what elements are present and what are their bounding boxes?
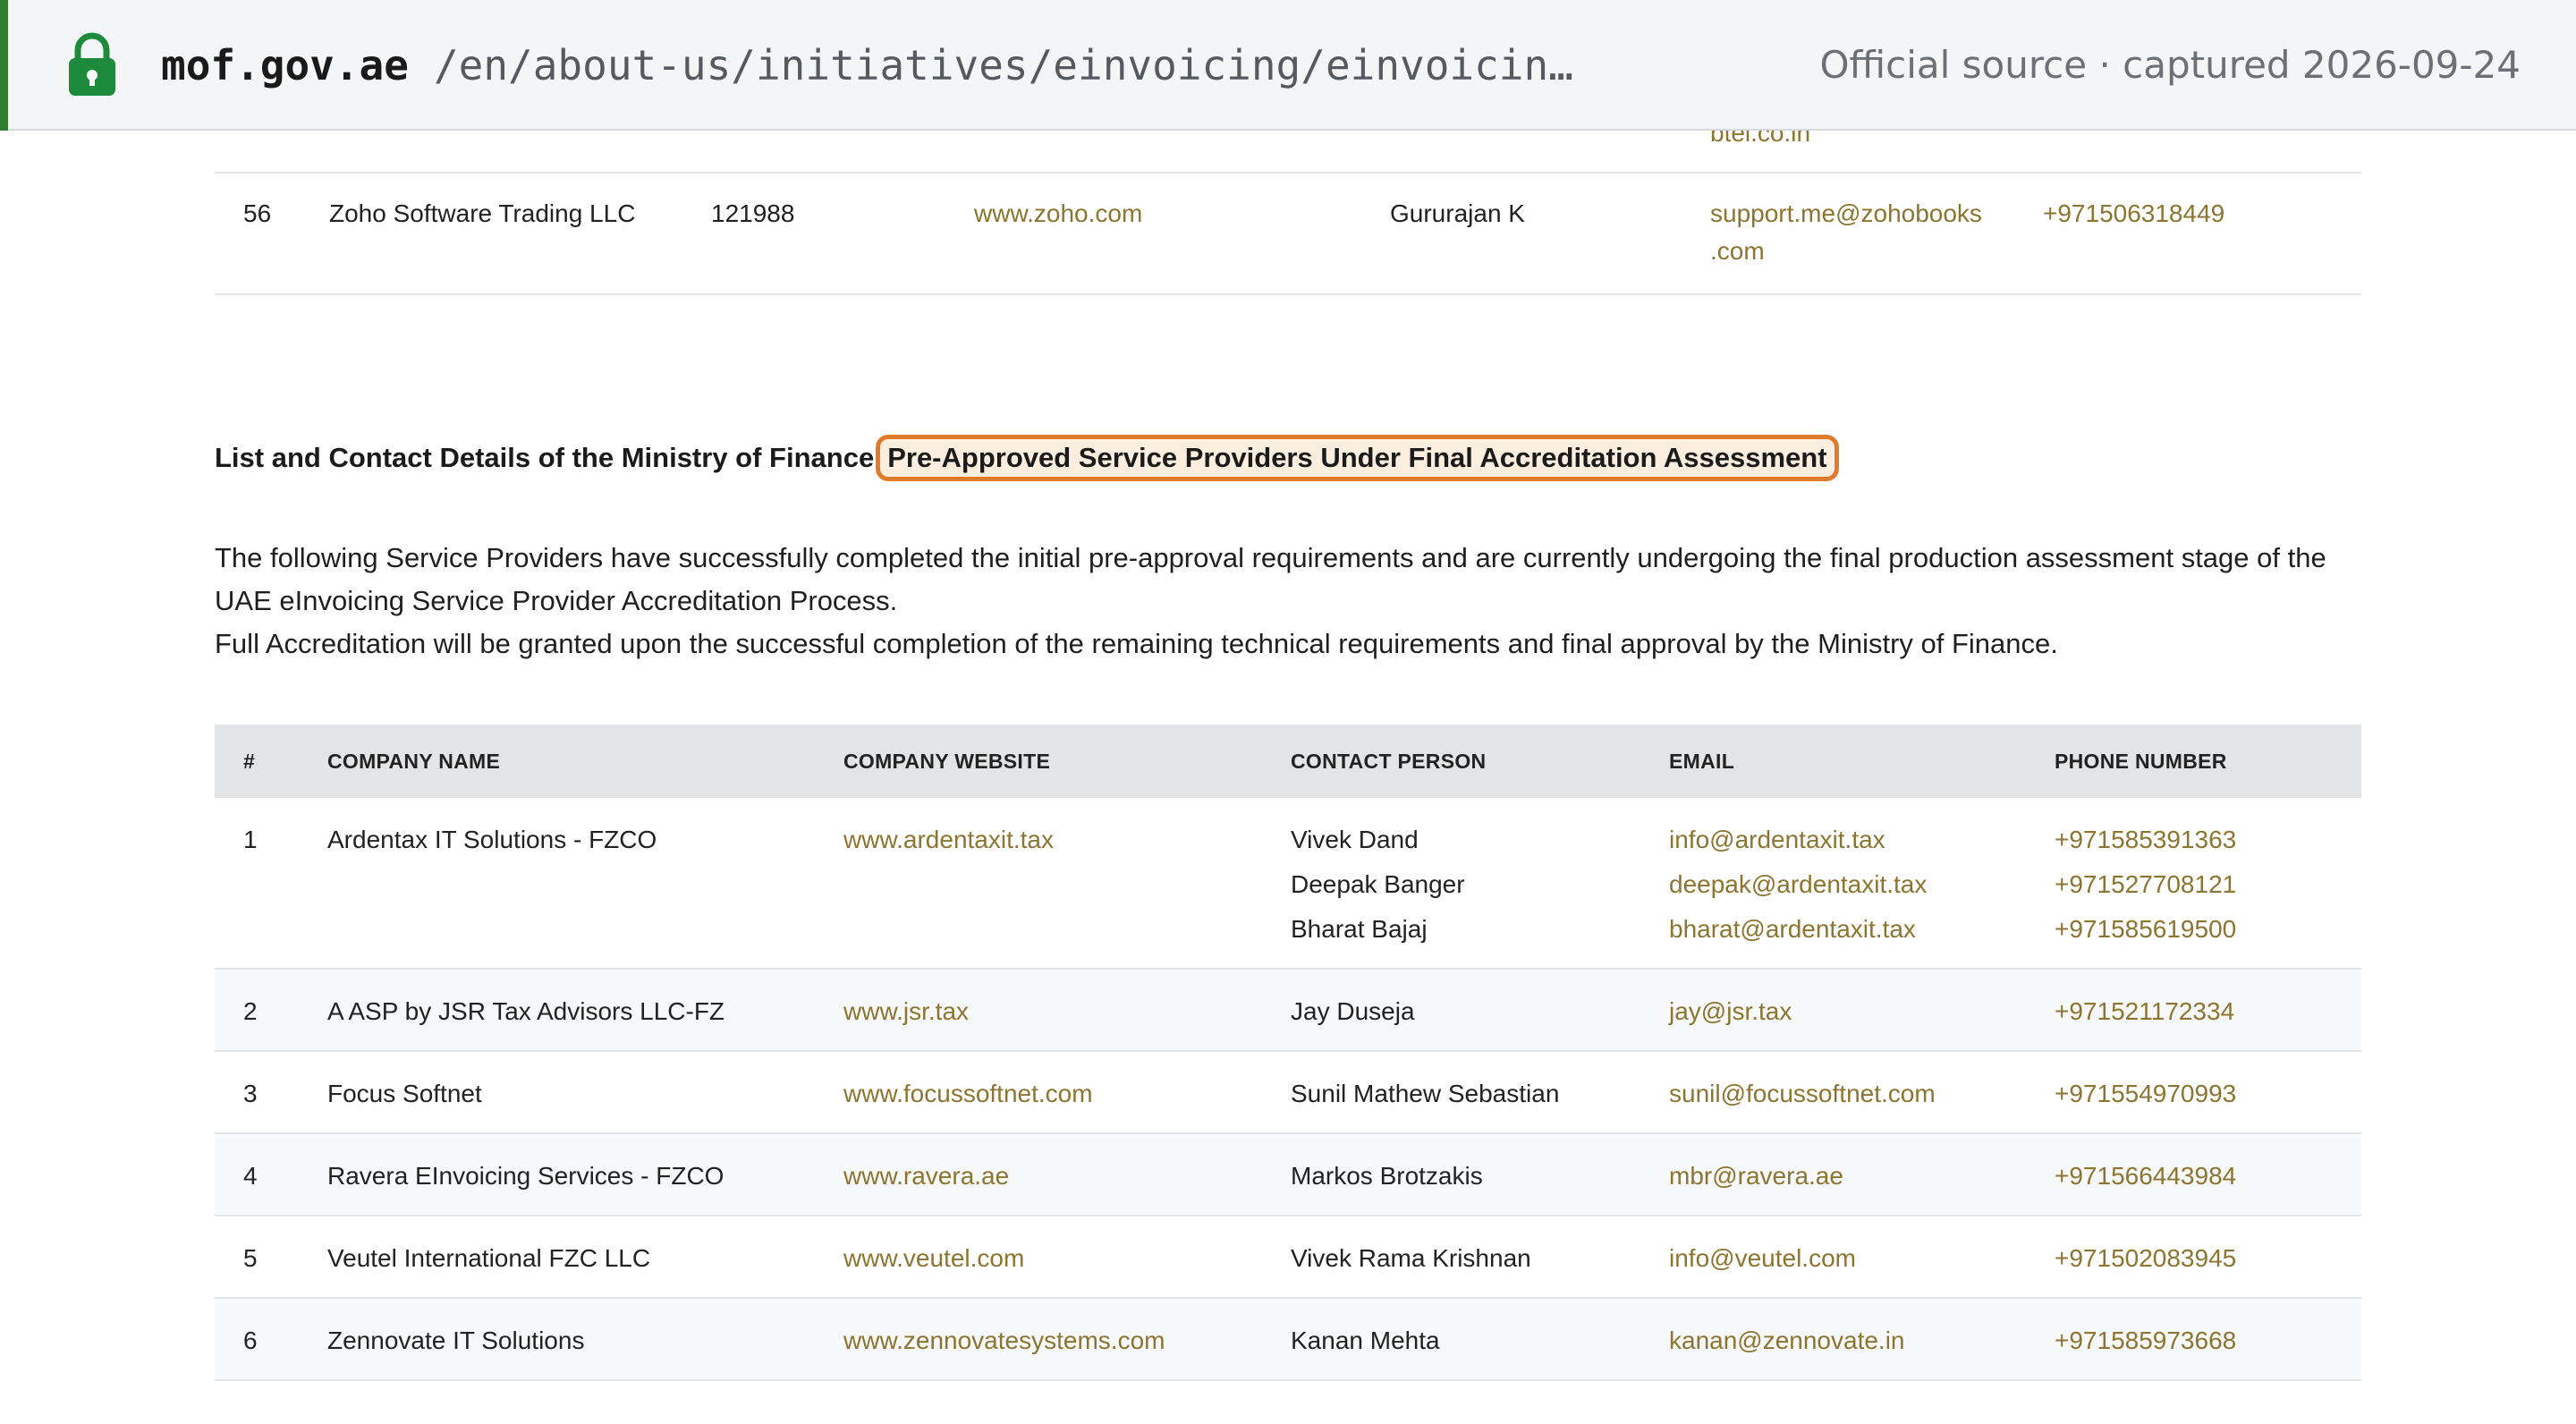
email-link[interactable]: support.me@zohobooks .com [1710,195,1982,270]
capture-info: Official source · captured 2026-09-24 [1819,43,2521,87]
header-contact-person: CONTACT PERSON [1291,750,1487,773]
phone-cell: +971566443984 [2055,1154,2236,1199]
contact-person-cell: Markos Brotzakis [1291,1154,1483,1199]
company-name: Veutel International FZC LLC [327,1244,651,1272]
phone-link[interactable]: +971554970993 [2055,1072,2236,1116]
contact-person: Bharat Bajaj [1291,915,1428,943]
email-cell: kanan@zennovate.in [1669,1318,1905,1363]
source-path: /en/about-us/initiatives/einvoicing/einv… [433,41,1573,89]
email-cell: jay@jsr.tax [1669,989,1792,1034]
section-intro: The following Service Providers have suc… [215,537,2361,665]
row-number: 56 [243,199,272,227]
table-row: 1 Ardentax IT Solutions - FZCO www.ardenta… [215,798,2361,970]
source-domain: mof.gov.ae [161,41,409,89]
contact-person-cell: Kanan Mehta [1291,1318,1440,1363]
phone-link[interactable]: +971506318449 [2043,195,2224,233]
table-row: 5 Veutel International FZC LLC www.veutel.… [215,1216,2361,1299]
phone-link[interactable]: +971585391363 [2055,818,2236,862]
contact-person: Kanan Mehta [1291,1327,1440,1354]
intro-paragraph: The following Service Providers have suc… [215,542,2326,616]
intro-paragraph: Full Accreditation will be granted upon … [215,628,2058,659]
row-number: 2 [243,997,258,1025]
header-email: EMAIL [1669,750,1735,773]
company-website-link[interactable]: www.zennovatesystems.com [843,1318,1165,1363]
phone-cell: +971585973668 [2055,1318,2236,1363]
email-line: support.me@zohobooks [1710,199,1982,227]
company-website-link[interactable]: www.jsr.tax [843,989,969,1034]
pre-approved-providers-table: # COMPANY NAME COMPANY WEBSITE CONTACT P… [215,725,2361,1381]
company-website-link[interactable]: www.veutel.com [843,1236,1024,1281]
phone-link[interactable]: +971566443984 [2055,1154,2236,1199]
contact-person-cell: Vivek Rama Krishnan [1291,1236,1531,1281]
email-cell: sunil@focussoftnet.com [1669,1072,1936,1116]
lock-icon [69,32,115,96]
company-name: Zoho Software Trading LLC [329,199,636,227]
table-row: 3 Focus Softnet www.focussoftnet.com Sunil … [215,1052,2361,1134]
phone-link[interactable]: +971521172334 [2055,989,2234,1034]
company-name: Zennovate IT Solutions [327,1327,585,1354]
header-number: # [243,750,256,773]
phone-link[interactable]: +971502083945 [2055,1236,2236,1281]
row-divider [215,293,2361,295]
highlighted-heading: Pre-Approved Service Providers Under Fin… [876,435,1839,481]
email-link[interactable]: bharat@ardentaxit.tax [1669,907,1927,952]
company-website-link[interactable]: www.zoho.com [974,195,1142,233]
company-name: Ardentax IT Solutions - FZCO [327,826,657,853]
heading-prefix: List and Contact Details of the Ministry… [215,442,875,473]
contact-person-cell: Jay Duseja [1291,989,1415,1034]
contact-person: Markos Brotzakis [1291,1162,1483,1190]
email-link[interactable]: kanan@zennovate.in [1669,1318,1905,1363]
company-name: A ASP by JSR Tax Advisors LLC-FZ [327,997,725,1025]
row-number: 3 [243,1080,258,1107]
source-bar: mof.gov.ae/en/about-us/initiatives/einvo… [0,0,2576,131]
contact-person: Vivek Dand [1291,826,1419,853]
email-cell: info@veutel.com [1669,1236,1856,1281]
email-cell: mbr@ravera.ae [1669,1154,1843,1199]
header-company-name: COMPANY NAME [327,750,501,773]
email-link[interactable]: jay@jsr.tax [1669,989,1792,1034]
table-row: 2 A ASP by JSR Tax Advisors LLC-FZ www.jsr… [215,970,2361,1052]
contact-person: Sunil Mathew Sebastian [1291,1080,1560,1107]
company-website-link[interactable]: www.focussoftnet.com [843,1072,1093,1116]
phone-link[interactable]: +971585973668 [2055,1318,2236,1363]
email-cell: info@ardentaxit.tax deepak@ardentaxit.tax… [1669,818,1927,952]
phone-link[interactable]: +971527708121 [2055,862,2236,907]
source-url: mof.gov.ae/en/about-us/initiatives/einvo… [161,36,1573,95]
email-line: .com [1710,237,1765,265]
email-link[interactable]: sunil@focussoftnet.com [1669,1072,1936,1116]
company-website-link[interactable]: www.ardentaxit.tax [843,818,1054,862]
email-link[interactable]: deepak@ardentaxit.tax [1669,862,1927,907]
contact-person: Gururajan K [1390,199,1525,227]
row-number: 5 [243,1244,258,1272]
contact-person-cell: Vivek Dand Deepak Banger Bharat Bajaj [1291,818,1465,952]
company-website-link[interactable]: www.ravera.ae [843,1154,1009,1199]
header-phone-number: PHONE NUMBER [2055,750,2227,773]
company-name: Focus Softnet [327,1080,482,1107]
table-row: 6 Zennovate IT Solutions www.zennovatesyst… [215,1299,2361,1381]
email-link[interactable]: info@veutel.com [1669,1236,1856,1281]
table-row: 4 Ravera EInvoicing Services - FZCO www.ra… [215,1134,2361,1216]
header-company-website: COMPANY WEBSITE [843,750,1051,773]
phone-cell: +971502083945 [2055,1236,2236,1281]
source-accent-strip [0,0,8,131]
company-name: Ravera EInvoicing Services - FZCO [327,1162,724,1190]
contact-person-cell: Sunil Mathew Sebastian [1291,1072,1559,1116]
row-number: 1 [243,826,258,853]
row-divider [215,172,2361,174]
email-link[interactable]: mbr@ravera.ae [1669,1154,1843,1199]
phone-cell: +971554970993 [2055,1072,2236,1116]
contact-person: Jay Duseja [1291,997,1415,1025]
contact-person: Vivek Rama Krishnan [1291,1244,1531,1272]
row-number: 6 [243,1327,258,1354]
registration-id: 121988 [711,199,795,227]
phone-cell: +971585391363 +971527708121 +971585619500 [2055,818,2236,952]
table-header: # COMPANY NAME COMPANY WEBSITE CONTACT P… [215,725,2361,798]
email-link[interactable]: info@ardentaxit.tax [1669,818,1927,862]
contact-person: Deepak Banger [1291,870,1465,898]
section-heading: List and Contact Details of the Ministry… [215,435,1839,481]
table-body: 1 Ardentax IT Solutions - FZCO www.ardenta… [215,798,2361,1381]
row-number: 4 [243,1162,258,1190]
phone-cell: +971521172334 [2055,989,2234,1034]
phone-link[interactable]: +971585619500 [2055,907,2236,952]
